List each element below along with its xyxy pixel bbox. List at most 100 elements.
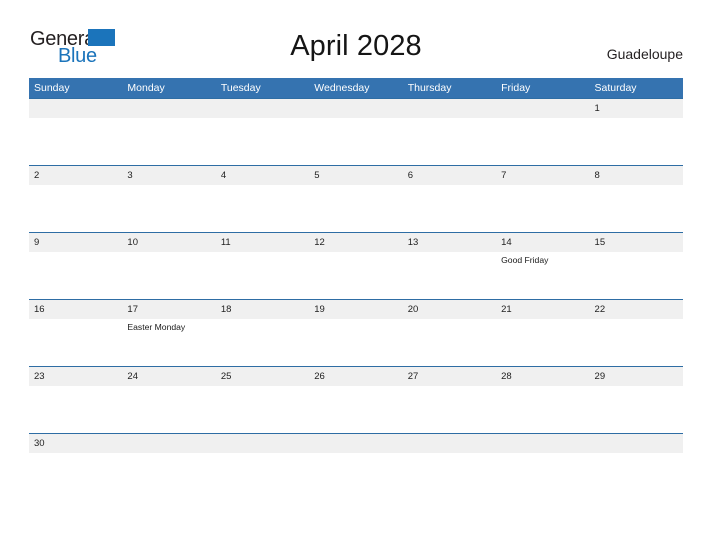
- day-number-band: 16 17 18 19 20 21 22: [29, 300, 683, 319]
- event-slot: [403, 252, 496, 298]
- day-number-band: 9 10 11 12 13 14 15: [29, 233, 683, 252]
- event-slot: [216, 386, 309, 432]
- weekday-header-wednesday: Wednesday: [314, 82, 370, 94]
- weekday-header-row: Sunday Monday Tuesday Wednesday Thursday…: [29, 78, 683, 98]
- event-slot: [309, 319, 402, 365]
- region-label: Guadeloupe: [606, 46, 683, 62]
- event-slot: [122, 118, 215, 164]
- event-label: Good Friday: [501, 255, 549, 265]
- calendar-grid: Sunday Monday Tuesday Wednesday Thursday…: [29, 78, 683, 454]
- day-cell[interactable]: [496, 99, 589, 118]
- day-cell[interactable]: 12: [309, 233, 402, 252]
- day-cell[interactable]: 23: [29, 367, 122, 386]
- day-cell[interactable]: 30: [29, 434, 122, 453]
- day-cell[interactable]: 11: [216, 233, 309, 252]
- day-cell[interactable]: [309, 434, 402, 453]
- weekday-header-thursday: Thursday: [407, 82, 452, 94]
- day-cell[interactable]: 15: [590, 233, 683, 252]
- event-slot: [590, 386, 683, 432]
- week-row: 23 24 25 26 27 28 29: [29, 366, 683, 433]
- day-cell[interactable]: [403, 434, 496, 453]
- day-cell[interactable]: 10: [122, 233, 215, 252]
- week-row: 2 3 4 5 6 7 8: [29, 165, 683, 232]
- event-slot: [496, 118, 589, 164]
- event-slot: [309, 185, 402, 231]
- event-slot: [403, 185, 496, 231]
- event-slot: [309, 252, 402, 298]
- event-slot: [216, 185, 309, 231]
- event-slot: [590, 118, 683, 164]
- event-slot: [29, 185, 122, 231]
- day-cell[interactable]: [496, 434, 589, 453]
- event-band: [29, 185, 683, 231]
- event-slot: [309, 386, 402, 432]
- day-cell[interactable]: 9: [29, 233, 122, 252]
- event-band: [29, 386, 683, 432]
- weekday-header-friday: Friday: [501, 82, 531, 94]
- day-cell[interactable]: 29: [590, 367, 683, 386]
- day-cell[interactable]: [122, 99, 215, 118]
- day-cell[interactable]: 4: [216, 166, 309, 185]
- day-cell[interactable]: 8: [590, 166, 683, 185]
- event-slot: [590, 319, 683, 365]
- day-cell[interactable]: 18: [216, 300, 309, 319]
- day-cell[interactable]: 27: [403, 367, 496, 386]
- day-cell[interactable]: 25: [216, 367, 309, 386]
- calendar-page: General Blue April 2028 Guadeloupe Sunda…: [0, 0, 712, 550]
- day-cell[interactable]: [216, 99, 309, 118]
- event-label: Easter Monday: [127, 322, 186, 332]
- event-slot: [496, 386, 589, 432]
- weekday-header-saturday: Saturday: [594, 82, 637, 94]
- day-cell[interactable]: 16: [29, 300, 122, 319]
- day-cell[interactable]: 19: [309, 300, 402, 319]
- page-header: General Blue April 2028 Guadeloupe: [0, 0, 712, 76]
- day-cell[interactable]: 20: [403, 300, 496, 319]
- day-cell[interactable]: 1: [590, 99, 683, 118]
- day-cell[interactable]: 17: [122, 300, 215, 319]
- event-slot: [590, 252, 683, 298]
- day-cell[interactable]: 2: [29, 166, 122, 185]
- day-cell[interactable]: [29, 99, 122, 118]
- day-cell[interactable]: 28: [496, 367, 589, 386]
- event-slot: [590, 185, 683, 231]
- event-slot: [496, 319, 589, 365]
- weekday-header-monday: Monday: [127, 82, 165, 94]
- day-cell[interactable]: 14: [496, 233, 589, 252]
- event-slot: [29, 118, 122, 164]
- day-cell[interactable]: 3: [122, 166, 215, 185]
- event-slot: [29, 319, 122, 365]
- event-slot: [122, 185, 215, 231]
- day-cell[interactable]: 24: [122, 367, 215, 386]
- day-number-band: 1: [29, 99, 683, 118]
- event-slot: [29, 386, 122, 432]
- day-cell[interactable]: 13: [403, 233, 496, 252]
- day-cell[interactable]: 5: [309, 166, 402, 185]
- event-slot: [122, 386, 215, 432]
- event-slot: [122, 252, 215, 298]
- week-row: 16 17 18 19 20 21 22 Easter Monday: [29, 299, 683, 366]
- page-title: April 2028: [290, 30, 422, 62]
- day-cell[interactable]: [216, 434, 309, 453]
- event-slot: [403, 118, 496, 164]
- day-cell[interactable]: 22: [590, 300, 683, 319]
- week-row: 30: [29, 433, 683, 454]
- day-cell[interactable]: 7: [496, 166, 589, 185]
- event-slot: [496, 185, 589, 231]
- week-row: 9 10 11 12 13 14 15 Good Friday: [29, 232, 683, 299]
- day-cell[interactable]: [309, 99, 402, 118]
- day-cell[interactable]: [122, 434, 215, 453]
- event-slot: [403, 319, 496, 365]
- day-cell[interactable]: [590, 434, 683, 453]
- event-slot: [216, 252, 309, 298]
- day-cell[interactable]: 26: [309, 367, 402, 386]
- day-number-band: 30: [29, 434, 683, 453]
- event-slot: [216, 118, 309, 164]
- event-band: Good Friday: [29, 252, 683, 298]
- day-number-band: 2 3 4 5 6 7 8: [29, 166, 683, 185]
- event-slot: [29, 252, 122, 298]
- event-slot: [216, 319, 309, 365]
- event-band: Easter Monday: [29, 319, 683, 365]
- day-cell[interactable]: 6: [403, 166, 496, 185]
- day-cell[interactable]: [403, 99, 496, 118]
- day-cell[interactable]: 21: [496, 300, 589, 319]
